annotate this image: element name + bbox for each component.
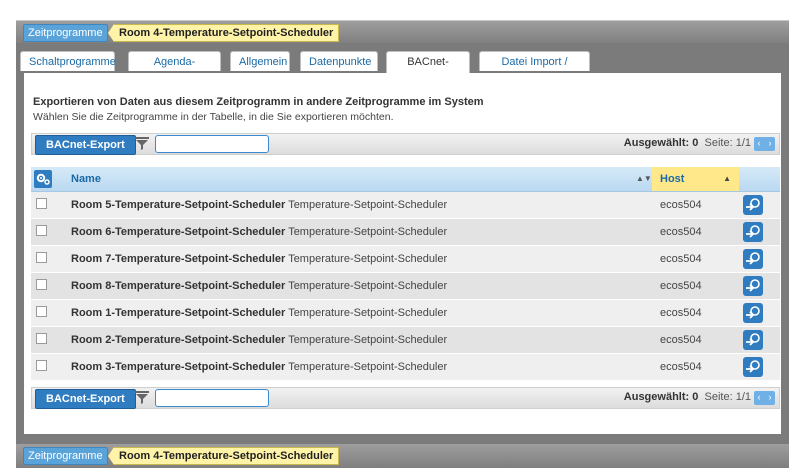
table-toolbar-bottom: BACnet-Export Ausgewählt: 0 Seite: 1/1 ‹… — [31, 387, 780, 409]
page-indicator: 1/1 — [735, 137, 751, 149]
sort-ascending-icon: ▲ — [723, 174, 731, 183]
selected-count: 0 — [692, 391, 699, 403]
column-header-name[interactable]: Name — [71, 167, 101, 191]
export-table: Name ▲▼ Host ▲ Room 5-Temperature-Setpoi… — [31, 167, 780, 381]
row-export-button[interactable] — [743, 276, 763, 296]
row-export-button[interactable] — [743, 330, 763, 350]
row-name: Room 7-Temperature-Setpoint-Scheduler — [71, 253, 286, 265]
breadcrumb-current: Room 4-Temperature-Setpoint-Scheduler — [114, 447, 340, 465]
section-instructions: Wählen Sie die Zeitprogramme in der Tabe… — [33, 111, 394, 123]
tab-datenpunkte[interactable]: Datenpunkte — [300, 51, 378, 71]
selection-status: Ausgewählt: 0 Seite: 1/1 — [623, 137, 751, 149]
pager: ‹ › — [754, 137, 775, 151]
next-page-icon[interactable]: › — [765, 391, 775, 405]
gear-icon — [36, 173, 50, 185]
table-row[interactable]: Room 1-Temperature-Setpoint-Scheduler Te… — [31, 300, 780, 327]
row-checkbox[interactable] — [36, 279, 47, 290]
row-checkbox[interactable] — [36, 360, 47, 371]
row-checkbox[interactable] — [36, 225, 47, 236]
filter-input[interactable] — [155, 389, 269, 407]
row-type: Temperature-Setpoint-Scheduler — [288, 253, 448, 265]
export-arrow-icon — [746, 360, 760, 373]
export-arrow-icon — [746, 333, 760, 346]
row-name: Room 2-Temperature-Setpoint-Scheduler — [71, 334, 286, 346]
row-name: Room 8-Temperature-Setpoint-Scheduler — [71, 280, 286, 292]
tab-agenda-ansicht[interactable]: Agenda-Ansicht — [128, 51, 221, 88]
sort-both-icon[interactable]: ▲▼ — [636, 167, 652, 191]
breadcrumb-zeitprogramme[interactable]: Zeitprogramme — [23, 447, 108, 465]
main-panel: Schaltprogramme Agenda-Ansicht Allgemein… — [16, 43, 789, 444]
export-arrow-icon — [746, 198, 760, 211]
export-arrow-icon — [746, 225, 760, 238]
tab-allgemein[interactable]: Allgemein — [230, 51, 290, 71]
row-type: Temperature-Setpoint-Scheduler — [288, 280, 448, 292]
column-header-host[interactable]: Host ▲ — [652, 167, 739, 191]
export-arrow-icon — [746, 252, 760, 265]
row-type: Temperature-Setpoint-Scheduler — [288, 307, 448, 319]
row-host: ecos504 — [660, 280, 702, 292]
row-name: Room 1-Temperature-Setpoint-Scheduler — [71, 307, 286, 319]
filter-icon[interactable] — [134, 136, 150, 152]
table-row[interactable]: Room 8-Temperature-Setpoint-Scheduler Te… — [31, 273, 780, 300]
row-checkbox[interactable] — [36, 252, 47, 263]
row-host: ecos504 — [660, 334, 702, 346]
row-checkbox[interactable] — [36, 333, 47, 344]
filter-icon[interactable] — [134, 390, 150, 406]
page-indicator: 1/1 — [735, 391, 751, 403]
gear-menu-button[interactable] — [34, 170, 52, 188]
prev-page-icon[interactable]: ‹ — [754, 137, 764, 151]
breadcrumb-zeitprogramme[interactable]: Zeitprogramme — [23, 24, 108, 42]
section-heading: Exportieren von Daten aus diesem Zeitpro… — [33, 96, 484, 108]
row-host: ecos504 — [660, 307, 702, 319]
export-arrow-icon — [746, 279, 760, 292]
pager: ‹ › — [754, 391, 775, 405]
row-export-button[interactable] — [743, 357, 763, 377]
row-host: ecos504 — [660, 199, 702, 211]
row-type: Temperature-Setpoint-Scheduler — [288, 199, 448, 211]
selected-count: 0 — [692, 137, 699, 149]
row-checkbox[interactable] — [36, 306, 47, 317]
next-page-icon[interactable]: › — [765, 137, 775, 151]
row-export-button[interactable] — [743, 249, 763, 269]
table-row[interactable]: Room 2-Temperature-Setpoint-Scheduler Te… — [31, 327, 780, 354]
table-row[interactable]: Room 6-Temperature-Setpoint-Scheduler Te… — [31, 219, 780, 246]
row-name: Room 3-Temperature-Setpoint-Scheduler — [71, 361, 286, 373]
tab-bacnet-export[interactable]: BACnet-Export — [386, 51, 470, 88]
bacnet-export-button[interactable]: BACnet-Export — [35, 135, 136, 155]
export-arrow-icon — [746, 306, 760, 319]
breadcrumb-current: Room 4-Temperature-Setpoint-Scheduler — [114, 24, 340, 42]
breadcrumb-bar-bottom: Zeitprogramme Room 4-Temperature-Setpoin… — [16, 444, 789, 468]
table-row[interactable]: Room 3-Temperature-Setpoint-Scheduler Te… — [31, 354, 780, 381]
tab-schaltprogramme[interactable]: Schaltprogramme — [20, 51, 116, 71]
row-export-button[interactable] — [743, 195, 763, 215]
table-toolbar-top: BACnet-Export Ausgewählt: 0 Seite: 1/1 ‹… — [31, 133, 780, 155]
prev-page-icon[interactable]: ‹ — [754, 391, 764, 405]
bacnet-export-button[interactable]: BACnet-Export — [35, 389, 136, 409]
row-host: ecos504 — [660, 226, 702, 238]
row-type: Temperature-Setpoint-Scheduler — [288, 334, 448, 346]
tab-content: Exportieren von Daten aus diesem Zeitpro… — [24, 73, 781, 434]
table-header: Name ▲▼ Host ▲ — [31, 167, 780, 192]
tab-datei-import-export[interactable]: Datei Import / Export — [479, 51, 590, 88]
filter-input[interactable] — [155, 135, 269, 153]
table-row[interactable]: Room 5-Temperature-Setpoint-Scheduler Te… — [31, 192, 780, 219]
row-host: ecos504 — [660, 253, 702, 265]
row-name: Room 5-Temperature-Setpoint-Scheduler — [71, 199, 286, 211]
row-type: Temperature-Setpoint-Scheduler — [288, 361, 448, 373]
row-host: ecos504 — [660, 361, 702, 373]
breadcrumb-bar: Zeitprogramme Room 4-Temperature-Setpoin… — [16, 20, 789, 44]
row-checkbox[interactable] — [36, 198, 47, 209]
table-row[interactable]: Room 7-Temperature-Setpoint-Scheduler Te… — [31, 246, 780, 273]
row-name: Room 6-Temperature-Setpoint-Scheduler — [71, 226, 286, 238]
row-type: Temperature-Setpoint-Scheduler — [288, 226, 448, 238]
row-export-button[interactable] — [743, 222, 763, 242]
selection-status: Ausgewählt: 0 Seite: 1/1 — [623, 391, 751, 403]
row-export-button[interactable] — [743, 303, 763, 323]
